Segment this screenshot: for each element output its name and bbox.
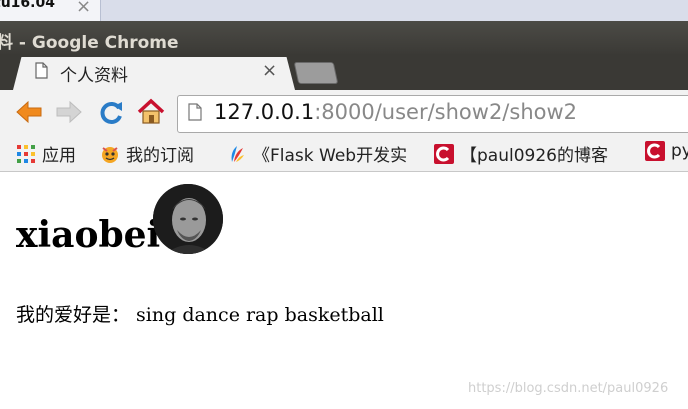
csdn-icon [645, 141, 665, 161]
bookmark-csdn-blog[interactable]: 【paul0926的博客 [434, 141, 608, 166]
window-title-bar: 料 - Google Chrome [0, 21, 688, 54]
hobby-label: 我的爱好是： [16, 304, 131, 326]
bookmark-label: 《Flask Web开发实 [253, 146, 408, 166]
page-content [0, 172, 688, 409]
csdn-icon [434, 143, 454, 164]
url-text[interactable]: 127.0.0.1:8000/user/show2/show2 [214, 100, 577, 124]
bookmark-flask[interactable]: 《Flask Web开发实 [227, 141, 408, 166]
forward-arrow-icon[interactable] [54, 97, 84, 127]
page-icon [35, 62, 48, 79]
hobby-list: sing dance rap basketball [130, 304, 384, 326]
window-title: 料 - Google Chrome [0, 33, 179, 53]
outer-tab-close-icon[interactable]: × [76, 0, 91, 17]
hobby-line: 我的爱好是： sing dance rap basketball [16, 300, 384, 327]
new-tab-button[interactable] [293, 62, 339, 84]
tab-active[interactable] [13, 57, 295, 90]
bookmark-label: 【paul0926的博客 [460, 146, 608, 166]
reload-icon[interactable] [96, 97, 126, 127]
back-arrow-icon[interactable] [14, 97, 44, 127]
bookmark-label: py [671, 141, 688, 161]
bookmark-apps[interactable]: 应用 [16, 141, 76, 166]
subscription-icon [102, 146, 118, 163]
bookmark-label: 应用 [42, 146, 76, 166]
bookmark-csdn-py[interactable]: py [645, 141, 688, 165]
home-icon[interactable] [136, 97, 166, 127]
watermark: https://blog.csdn.net/paul0926 [468, 381, 669, 396]
avatar [153, 184, 223, 254]
avatar-photo [153, 184, 223, 254]
colorful-feather-icon [231, 145, 244, 162]
url-path: :8000/user/show2/show2 [314, 100, 578, 124]
username-heading: xiaobei [16, 214, 161, 256]
bookmark-subscription[interactable]: 我的订阅 [100, 141, 194, 166]
apps-grid-icon [17, 144, 35, 163]
tab-title: 个人资料 [60, 66, 128, 86]
outer-tab-strip [0, 0, 688, 21]
outer-tab-title: tu16.04 [0, 0, 55, 11]
bookmark-label: 我的订阅 [126, 146, 194, 166]
page-info-icon[interactable] [188, 103, 202, 121]
url-host: 127.0.0.1 [214, 100, 315, 124]
outer-tab[interactable]: tu16.04 × [0, 0, 101, 21]
tab-close-icon[interactable]: × [262, 60, 277, 81]
